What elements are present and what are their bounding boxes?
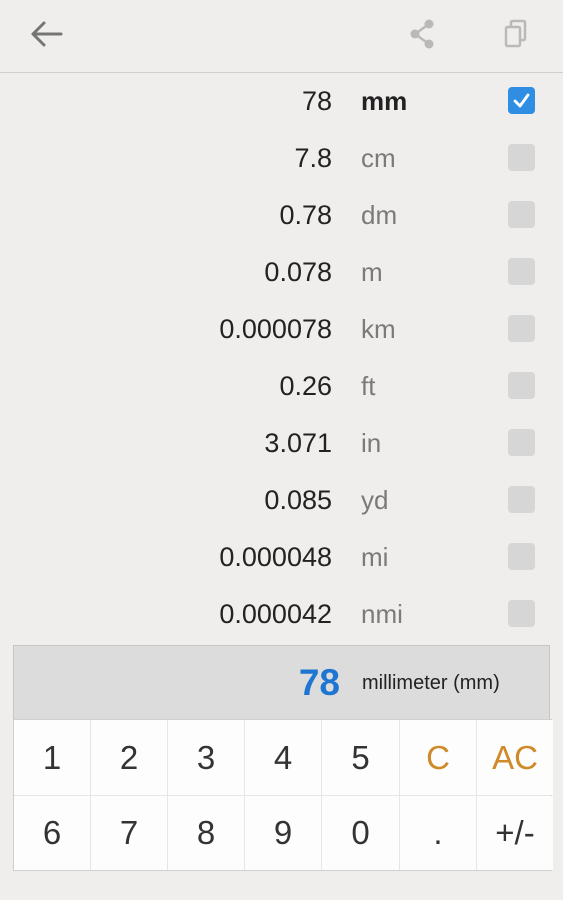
unit-row-cm[interactable]: 7.8 cm xyxy=(0,130,563,187)
unit-value: 0.78 xyxy=(279,200,332,230)
unit-checkbox[interactable] xyxy=(508,600,535,627)
unit-value: 0.000078 xyxy=(219,314,332,344)
unit-value: 0.078 xyxy=(264,257,332,287)
unit-value: 3.071 xyxy=(264,428,332,458)
unit-checkbox[interactable] xyxy=(508,486,535,513)
back-button[interactable] xyxy=(17,0,77,72)
unit-list: 78 mm 7.8 cm 0.78 dm 0.078 m 0.000078 km xyxy=(0,73,563,643)
key-5[interactable]: 5 xyxy=(322,720,399,795)
unit-abbreviation: km xyxy=(361,314,396,344)
key-0[interactable]: 0 xyxy=(322,796,399,870)
unit-checkbox[interactable] xyxy=(508,144,535,171)
unit-row-m[interactable]: 0.078 m xyxy=(0,244,563,301)
unit-value: 0.085 xyxy=(264,485,332,515)
input-display: 78 millimeter (mm) xyxy=(13,645,550,720)
key-9[interactable]: 9 xyxy=(245,796,321,870)
key-4[interactable]: 4 xyxy=(245,720,321,795)
unit-row-yd[interactable]: 0.085 yd xyxy=(0,472,563,529)
key-3[interactable]: 3 xyxy=(168,720,244,795)
unit-abbreviation: dm xyxy=(361,200,398,230)
unit-row-dm[interactable]: 0.78 dm xyxy=(0,187,563,244)
top-toolbar xyxy=(0,0,563,73)
unit-value: 0.26 xyxy=(279,371,332,401)
arrow-left-icon xyxy=(27,19,67,54)
clear-button[interactable]: C xyxy=(400,720,476,795)
unit-value: 78 xyxy=(301,86,332,116)
keypad: 1 2 3 4 5 C AC 6 7 8 9 0 . +/- xyxy=(13,719,553,871)
unit-checkbox[interactable] xyxy=(508,201,535,228)
unit-row-ft[interactable]: 0.26 ft xyxy=(0,358,563,415)
unit-abbreviation: m xyxy=(361,257,383,287)
unit-row-km[interactable]: 0.000078 km xyxy=(0,301,563,358)
unit-value: 0.000042 xyxy=(219,599,332,629)
unit-value: 7.8 xyxy=(294,143,332,173)
unit-row-mi[interactable]: 0.000048 mi xyxy=(0,529,563,586)
key-7[interactable]: 7 xyxy=(91,796,167,870)
key-2[interactable]: 2 xyxy=(91,720,167,795)
copy-button[interactable] xyxy=(486,0,546,72)
input-unit-name: millimeter (mm) xyxy=(362,672,500,694)
unit-checkbox[interactable] xyxy=(508,258,535,285)
sign-toggle-key[interactable]: +/- xyxy=(477,796,553,870)
unit-converter-app: 78 mm 7.8 cm 0.78 dm 0.078 m 0.000078 km xyxy=(0,0,563,900)
all-clear-button[interactable]: AC xyxy=(477,720,553,795)
unit-abbreviation: yd xyxy=(361,485,389,515)
key-1[interactable]: 1 xyxy=(14,720,90,795)
unit-abbreviation: nmi xyxy=(361,599,403,629)
unit-checkbox[interactable] xyxy=(508,87,535,114)
unit-abbreviation: in xyxy=(361,428,382,458)
unit-checkbox[interactable] xyxy=(508,543,535,570)
unit-value: 0.000048 xyxy=(219,542,332,572)
key-6[interactable]: 6 xyxy=(14,796,90,870)
unit-row-mm[interactable]: 78 mm xyxy=(0,73,563,130)
unit-checkbox[interactable] xyxy=(508,429,535,456)
input-value: 78 xyxy=(298,662,340,703)
unit-abbreviation: mi xyxy=(361,542,389,572)
unit-checkbox[interactable] xyxy=(508,315,535,342)
checkmark-icon xyxy=(513,93,530,108)
share-icon xyxy=(407,18,437,55)
unit-abbreviation: ft xyxy=(361,371,376,401)
unit-abbreviation: mm xyxy=(361,86,408,116)
unit-abbreviation: cm xyxy=(361,143,396,173)
key-8[interactable]: 8 xyxy=(168,796,244,870)
unit-checkbox[interactable] xyxy=(508,372,535,399)
copy-icon xyxy=(502,18,530,55)
unit-row-in[interactable]: 3.071 in xyxy=(0,415,563,472)
share-button[interactable] xyxy=(392,0,452,72)
unit-row-nmi[interactable]: 0.000042 nmi xyxy=(0,586,563,643)
decimal-point-key[interactable]: . xyxy=(400,796,476,870)
